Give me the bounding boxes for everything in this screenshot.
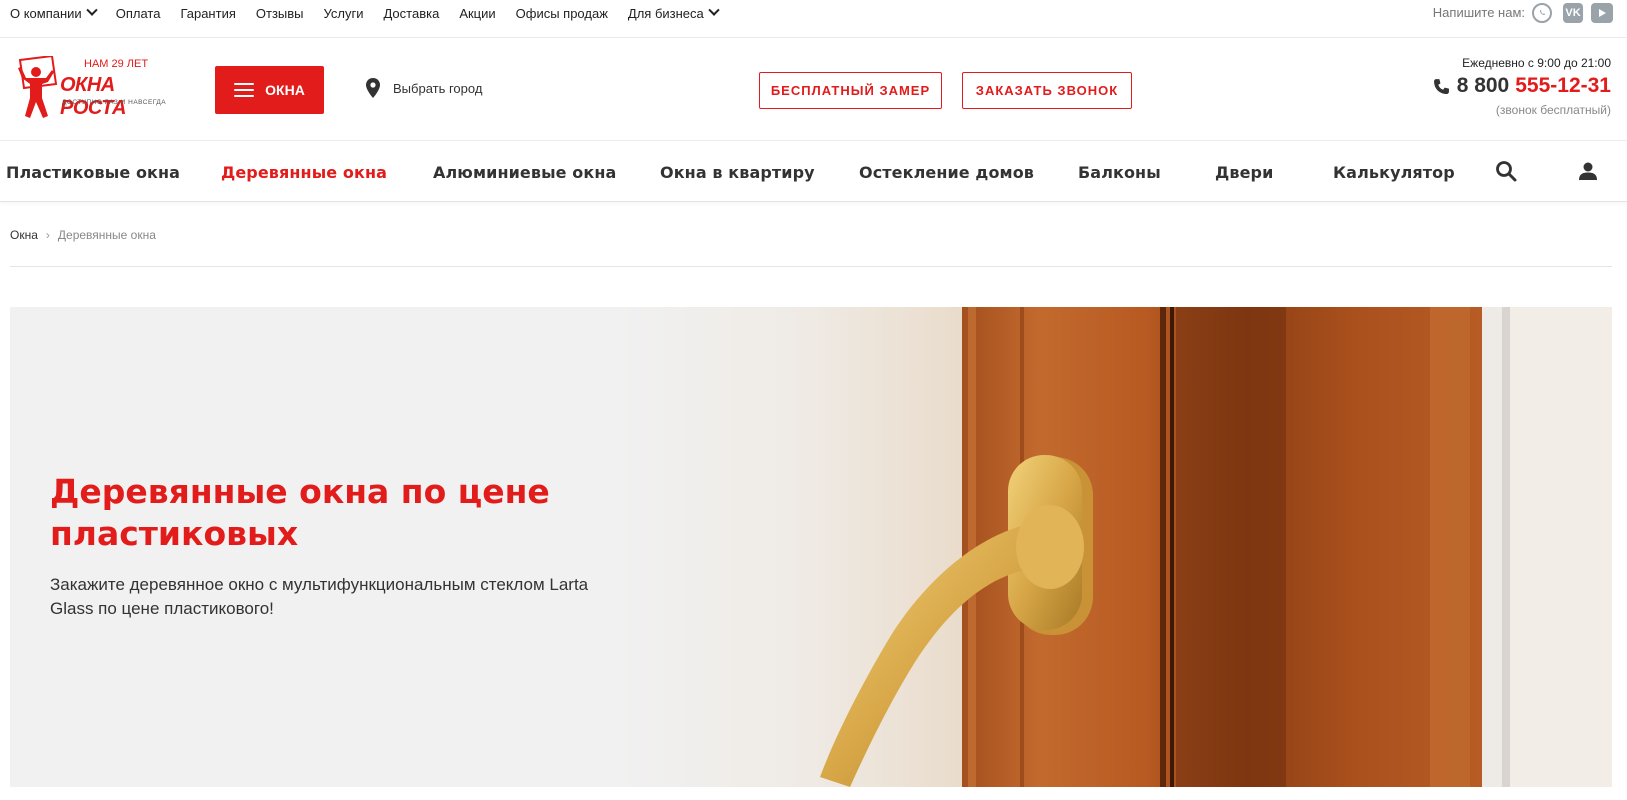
top-link-promos[interactable]: Акции	[459, 6, 495, 21]
catalog-menu-button[interactable]: ОКНА	[215, 66, 324, 114]
top-link-services[interactable]: Услуги	[324, 6, 364, 21]
search-icon[interactable]	[1494, 159, 1518, 183]
city-selector[interactable]: Выбрать город	[366, 78, 482, 98]
top-link-business[interactable]: Для бизнеса	[627, 4, 720, 21]
breadcrumb: Окна › Деревянные окна	[10, 228, 156, 242]
write-us-label: Напишите нам:	[1432, 5, 1525, 20]
nav-item-apartment[interactable]: Окна в квартиру	[660, 163, 815, 182]
top-utility-bar: О компании Оплата Гарантия Отзывы Услуги…	[0, 0, 1627, 38]
chevron-down-icon	[86, 4, 98, 16]
catalog-menu-label: ОКНА	[265, 82, 305, 98]
phone-main: 555-12-31	[1515, 74, 1611, 97]
work-schedule: Ежедневно с 9:00 до 21:00	[1462, 56, 1611, 70]
breadcrumb-root-link[interactable]: Окна	[10, 228, 38, 242]
nav-item-aluminium[interactable]: Алюминиевые окна	[433, 163, 616, 182]
nav-item-houses[interactable]: Остекление домов	[859, 163, 1034, 182]
user-account-icon[interactable]	[1576, 159, 1600, 183]
hero-title: Деревянные окна по цене пластиковых	[50, 472, 550, 553]
breadcrumb-current: Деревянные окна	[57, 228, 156, 242]
phone-prefix: 8 800	[1456, 74, 1510, 97]
company-logo[interactable]: НАМ 29 ЛЕТ ОКНА РОСТА ДОСТУПНО РАЗ И НАВ…	[12, 54, 177, 122]
top-link-label: О компании	[10, 5, 82, 21]
youtube-icon[interactable]	[1591, 3, 1613, 23]
top-link-payment[interactable]: Оплата	[116, 6, 161, 21]
location-pin-icon	[366, 78, 380, 98]
logo-tagline: ДОСТУПНО РАЗ И НАВСЕГДА	[62, 99, 167, 106]
logo-years: НАМ 29 ЛЕТ	[84, 58, 149, 70]
top-links: О компании Оплата Гарантия Отзывы Услуги…	[10, 0, 738, 26]
phone-number-link[interactable]: 8 800 555-12-31	[1433, 74, 1611, 98]
nav-item-plastic[interactable]: Пластиковые окна	[6, 163, 180, 182]
divider	[10, 266, 1612, 267]
nav-item-doors[interactable]: Двери	[1215, 163, 1273, 182]
top-link-about[interactable]: О компании	[10, 4, 98, 21]
hero-text: Закажите деревянное окно с мультифункцио…	[50, 575, 589, 618]
breadcrumb-separator: ›	[45, 228, 50, 242]
logo-brand: ОКНА РОСТА	[60, 74, 126, 119]
nav-item-balconies[interactable]: Балконы	[1078, 163, 1161, 182]
chevron-down-icon	[708, 4, 720, 16]
free-measure-button[interactable]: БЕСПЛАТНЫЙ ЗАМЕР	[759, 72, 942, 109]
top-link-delivery[interactable]: Доставка	[383, 6, 439, 21]
main-navigation: Пластиковые окна Деревянные окна Алюмини…	[0, 141, 1627, 202]
site-header: НАМ 29 ЛЕТ ОКНА РОСТА ДОСТУПНО РАЗ И НАВ…	[0, 38, 1627, 141]
top-link-warranty[interactable]: Гарантия	[180, 6, 235, 21]
mascot-logo-icon	[18, 56, 58, 118]
hero-banner: Деревянные окна по цене пластиковых Зака…	[10, 307, 1612, 787]
top-link-offices[interactable]: Офисы продаж	[516, 6, 608, 21]
top-link-reviews[interactable]: Отзывы	[256, 6, 304, 21]
vk-icon[interactable]: VK	[1563, 3, 1583, 23]
nav-item-wooden[interactable]: Деревянные окна	[221, 163, 387, 182]
whatsapp-icon[interactable]	[1532, 3, 1552, 23]
request-call-button[interactable]: ЗАКАЗАТЬ ЗВОНОК	[962, 72, 1132, 109]
hamburger-icon	[234, 83, 255, 97]
city-selector-label: Выбрать город	[393, 80, 483, 96]
phone-note: (звонок бесплатный)	[1495, 103, 1611, 117]
top-link-label: Для бизнеса	[627, 5, 704, 21]
phone-icon	[1433, 78, 1449, 94]
nav-item-calculator[interactable]: Калькулятор	[1333, 163, 1455, 182]
